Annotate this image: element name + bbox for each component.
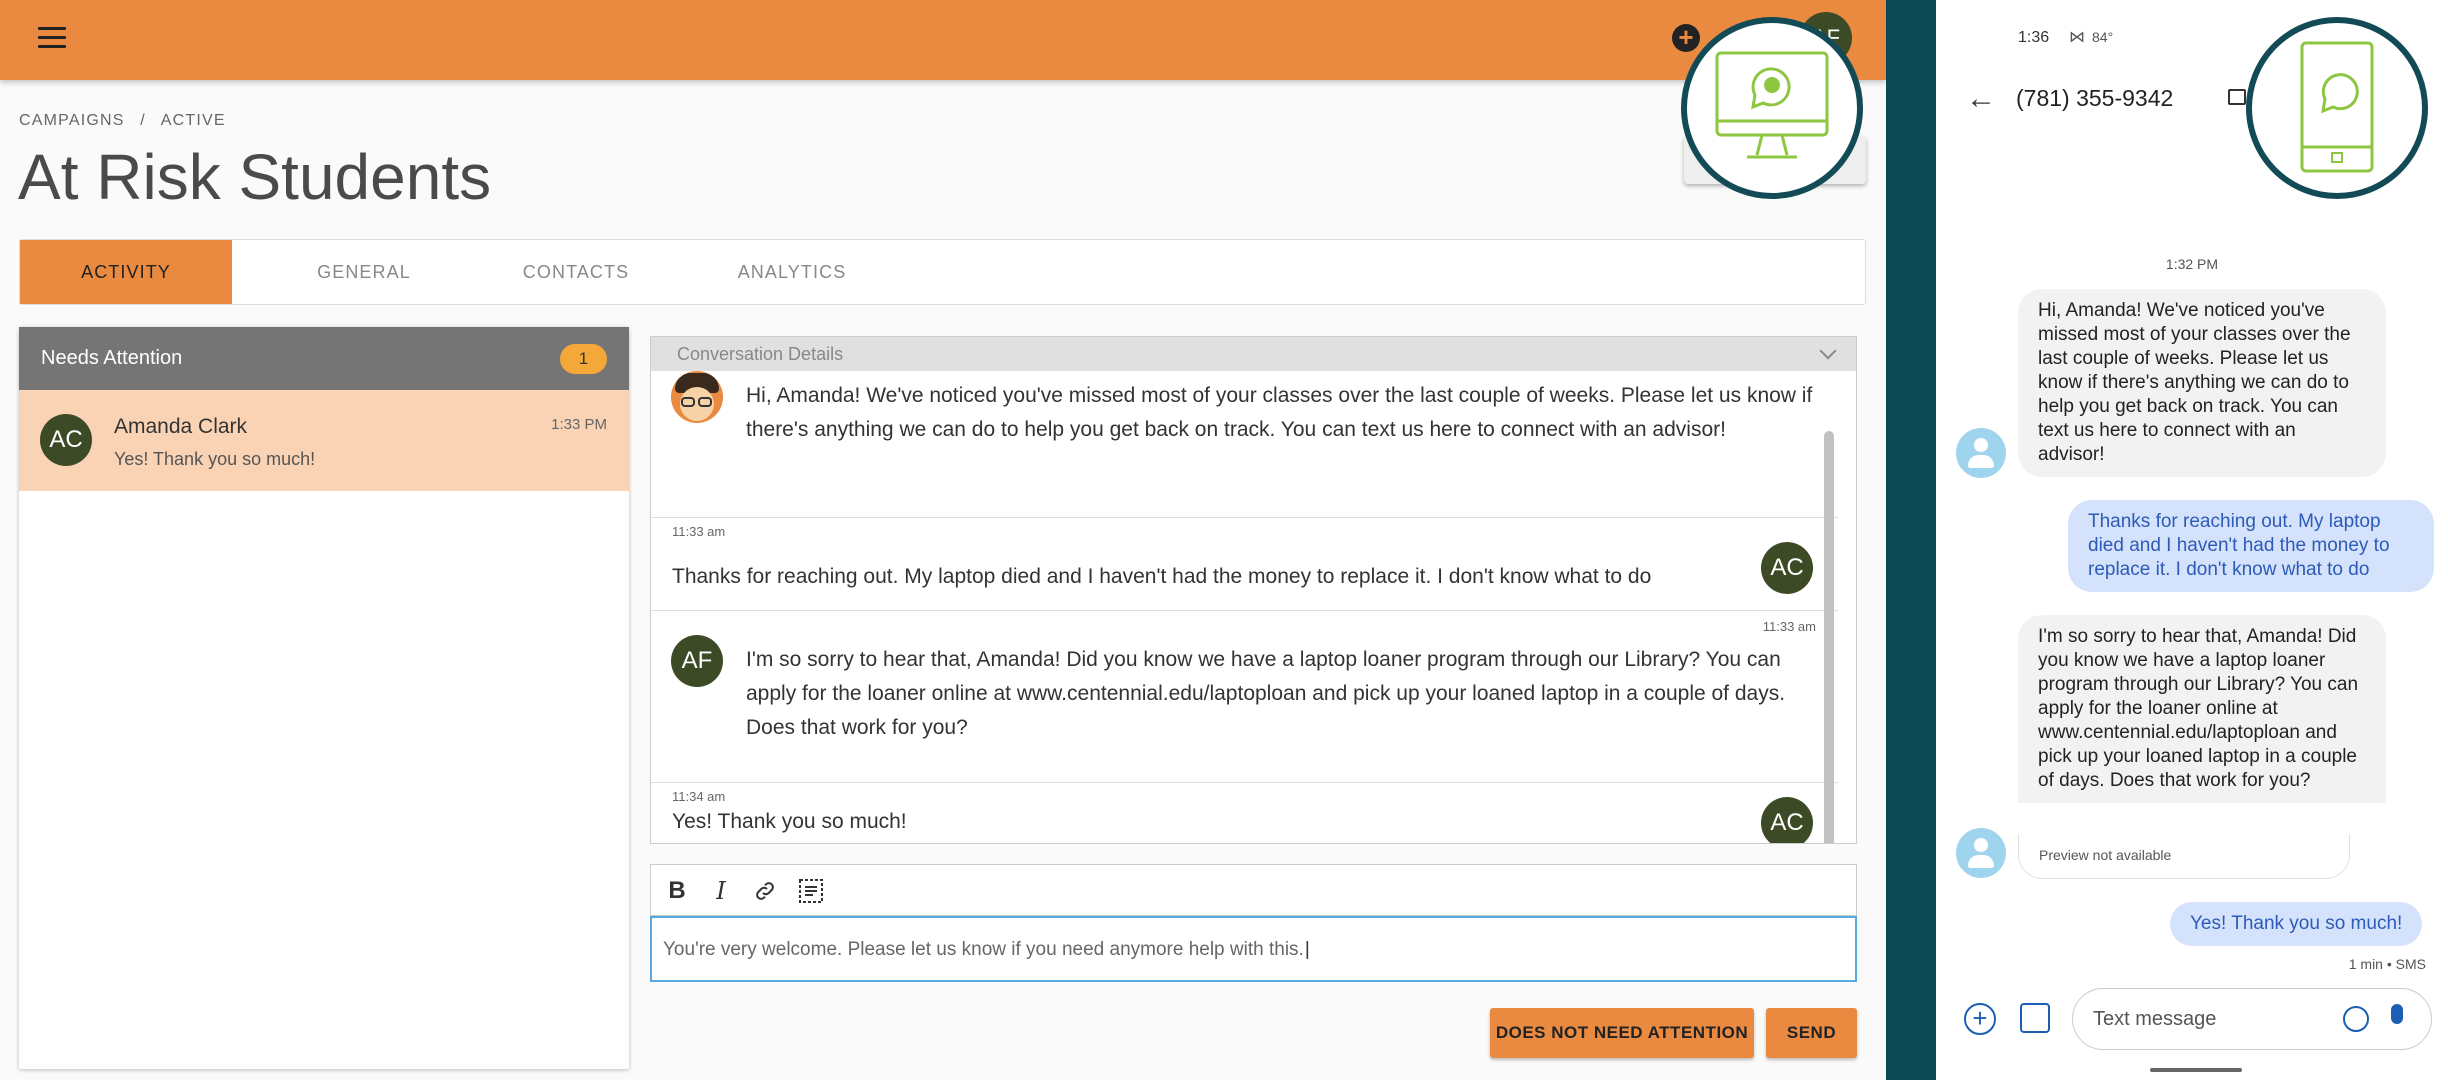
chevron-down-icon[interactable]: [1820, 343, 1837, 360]
tab-analytics[interactable]: ANALYTICS: [686, 240, 898, 304]
message-text: Yes! Thank you so much!: [672, 805, 1722, 839]
message-text: I'm so sorry to hear that, Amanda! Did y…: [746, 643, 1816, 745]
format-toolbar: B I: [650, 864, 1857, 916]
bot-avatar: [671, 371, 723, 423]
gallery-icon[interactable]: [2020, 1003, 2050, 1033]
tab-bar: ACTIVITY GENERAL CONTACTS ANALYTICS: [19, 239, 1866, 305]
device-divider: [1886, 0, 1936, 1080]
sms-bubble-incoming[interactable]: I'm so sorry to hear that, Amanda! Did y…: [2018, 615, 2386, 803]
contact-avatar: AC: [40, 414, 92, 466]
back-arrow-icon[interactable]: ←: [1966, 82, 1996, 116]
bold-icon[interactable]: B: [661, 875, 693, 907]
conversation-body: Hi, Amanda! We've noticed you've missed …: [651, 371, 1838, 844]
message-time: 11:33 am: [1763, 619, 1816, 634]
contact-avatar: AC: [1761, 797, 1813, 844]
agent-avatar: AF: [671, 635, 723, 687]
send-button[interactable]: SEND: [1766, 1008, 1857, 1058]
message-composer: B I You're very welcome. Please let us k…: [650, 864, 1857, 982]
template-icon[interactable]: [795, 875, 827, 907]
conversation-scrollbar[interactable]: [1824, 431, 1834, 844]
contact-time: 1:33 PM: [551, 416, 607, 433]
conversation-header[interactable]: Conversation Details: [651, 337, 1856, 371]
breadcrumb-active[interactable]: ACTIVE: [161, 112, 226, 129]
sender-avatar-icon: [1956, 428, 2006, 478]
sms-bubble-incoming[interactable]: Hi, Amanda! We've noticed you've missed …: [2018, 289, 2386, 477]
sender-avatar-icon: [1956, 828, 2006, 878]
phone-messages-app: 1:36 ⋈ 84° ← (781) 355-9342 1:32 PM Hi, …: [1936, 0, 2448, 1080]
conversation-message: 11:34 am Yes! Thank you so much! AC: [651, 783, 1838, 844]
breadcrumb-campaigns[interactable]: CAMPAIGNS: [19, 112, 125, 129]
mic-icon[interactable]: [2391, 1004, 2403, 1024]
thread-contact-number: (781) 355-9342: [2016, 85, 2173, 112]
status-notification-icon: ⋈: [2069, 27, 2085, 47]
needs-attention-count-badge: 1: [560, 344, 607, 374]
link-preview-note: Preview not available: [2018, 834, 2350, 879]
page-title: At Risk Students: [18, 140, 491, 214]
contact-message-preview: Yes! Thank you so much!: [114, 449, 315, 470]
contact-avatar: AC: [1761, 542, 1813, 594]
breadcrumb: CAMPAIGNS / ACTIVE: [19, 112, 236, 130]
message-time: 11:33 am: [672, 524, 725, 539]
needs-attention-title: Needs Attention: [41, 347, 182, 369]
thread-timestamp: 1:32 PM: [1936, 256, 2448, 272]
message-time: 11:34 am: [672, 789, 725, 804]
status-time: 1:36: [2018, 29, 2049, 47]
tab-contacts[interactable]: CONTACTS: [470, 240, 682, 304]
message-meta: 1 min • SMS: [2349, 956, 2426, 972]
contact-list-item[interactable]: AC Amanda Clark Yes! Thank you so much! …: [19, 390, 629, 491]
sms-bubble-outgoing[interactable]: Thanks for reaching out. My laptop died …: [2068, 500, 2434, 592]
web-app: + AF CAMPAIGNS / ACTIVE At Risk Students…: [0, 0, 1886, 1080]
needs-attention-header: Needs Attention 1: [19, 327, 629, 390]
menu-icon[interactable]: [38, 27, 66, 49]
emoji-icon[interactable]: [2343, 1006, 2369, 1032]
breadcrumb-separator: /: [140, 112, 146, 129]
conversation-header-title: Conversation Details: [677, 344, 843, 364]
conversation-message: 11:33 am AF I'm so sorry to hear that, A…: [651, 611, 1838, 783]
sms-bubble-outgoing[interactable]: Yes! Thank you so much!: [2170, 902, 2422, 946]
tab-activity[interactable]: ACTIVITY: [20, 240, 232, 304]
sms-input-placeholder: Text message: [2093, 1008, 2216, 1031]
status-temperature: 84°: [2092, 29, 2113, 45]
gesture-home-bar[interactable]: [2150, 1068, 2242, 1072]
conversation-message: 11:33 am Thanks for reaching out. My lap…: [651, 518, 1838, 611]
message-draft-text: You're very welcome. Please let us know …: [663, 939, 1310, 961]
tab-general[interactable]: GENERAL: [258, 240, 470, 304]
link-icon[interactable]: [749, 875, 781, 907]
message-text: Thanks for reaching out. My laptop died …: [672, 560, 1722, 594]
attach-plus-icon[interactable]: +: [1964, 1003, 1996, 1035]
does-not-need-attention-button[interactable]: DOES NOT NEED ATTENTION: [1490, 1008, 1754, 1058]
contact-name: Amanda Clark: [114, 415, 247, 439]
video-call-icon[interactable]: [2228, 89, 2246, 105]
needs-attention-panel: Needs Attention 1 AC Amanda Clark Yes! T…: [19, 327, 629, 1069]
top-app-bar: + AF: [0, 0, 1886, 80]
conversation-message: Hi, Amanda! We've noticed you've missed …: [651, 371, 1838, 518]
message-text: Hi, Amanda! We've noticed you've missed …: [746, 379, 1816, 447]
sms-compose-bar: + Text message: [1936, 985, 2448, 1055]
sms-text-input[interactable]: Text message: [2072, 988, 2432, 1050]
monitor-chat-icon: [1681, 17, 1863, 199]
message-input[interactable]: You're very welcome. Please let us know …: [650, 916, 1857, 982]
phone-chat-icon: [2246, 17, 2428, 199]
italic-icon[interactable]: I: [705, 875, 737, 907]
conversation-panel: Conversation Details Hi, Amanda! We've n…: [650, 336, 1857, 844]
